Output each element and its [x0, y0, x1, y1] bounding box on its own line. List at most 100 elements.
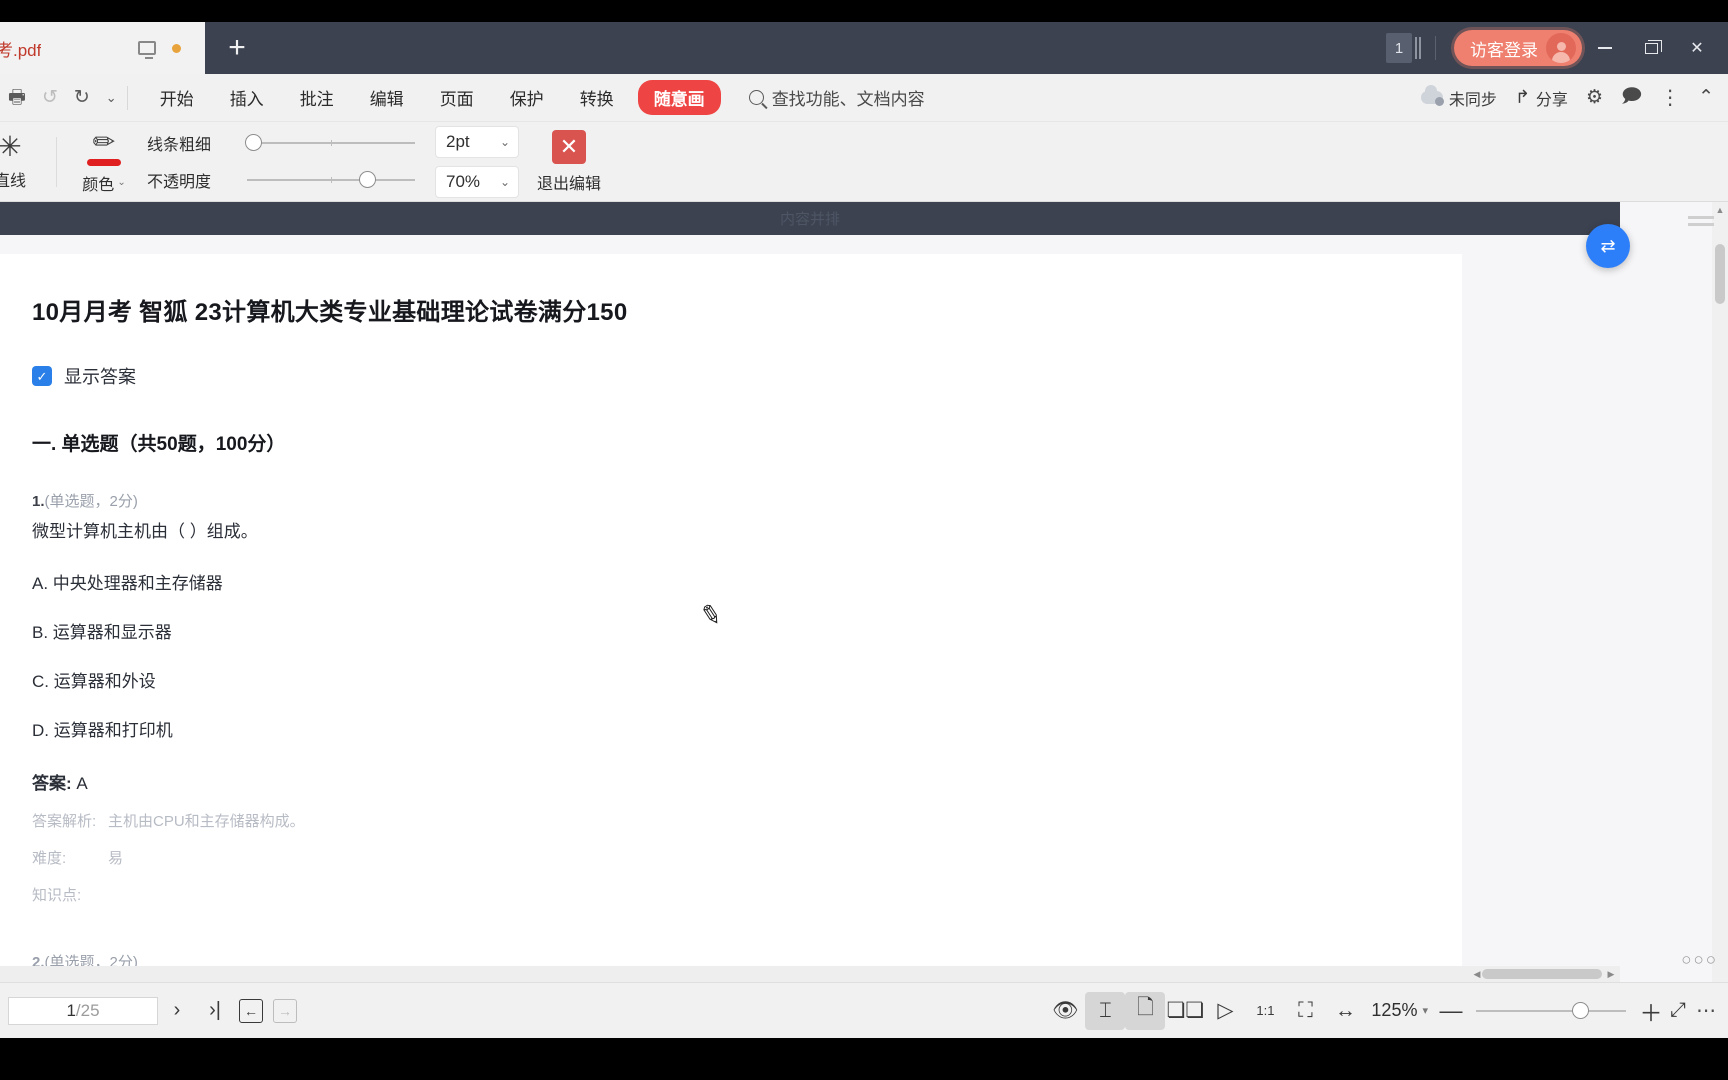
- unsaved-dot-icon: [172, 43, 181, 53]
- thickness-slider-knob[interactable]: [245, 134, 262, 151]
- show-answer-label: 显示答案: [64, 367, 136, 387]
- presentation-mode-icon[interactable]: ▷: [1205, 992, 1245, 1030]
- redo-icon[interactable]: ↻: [74, 88, 90, 107]
- navigate-forward-button[interactable]: →: [273, 998, 297, 1023]
- pencil-icon: ✏: [92, 126, 116, 157]
- close-icon: ✕: [552, 129, 586, 164]
- feedback-chat-icon[interactable]: 🗩: [1621, 82, 1642, 114]
- scroll-up-arrow-icon[interactable]: ▲: [1712, 202, 1728, 217]
- zoom-in-button[interactable]: ＋: [1638, 994, 1664, 1028]
- opacity-slider[interactable]: [247, 171, 415, 188]
- opacity-row: 不透明度: [147, 168, 415, 192]
- ribbon-tab-page[interactable]: 页面: [422, 81, 492, 114]
- print-icon[interactable]: 🖶: [8, 88, 26, 107]
- thickness-select[interactable]: 2pt ⌄: [435, 125, 519, 158]
- question-1-type: (单选题，2分): [44, 493, 138, 510]
- guest-login-button[interactable]: 访客登录: [1454, 30, 1582, 66]
- shape-tool-label: 直线: [0, 172, 26, 190]
- gear-icon[interactable]: ⚙: [1586, 86, 1603, 109]
- navigate-back-button[interactable]: ←: [239, 998, 263, 1023]
- last-page-button[interactable]: ›|: [196, 992, 234, 1030]
- read-mode-eye-icon[interactable]: 👁: [1045, 992, 1085, 1030]
- translate-bubble-button[interactable]: ⇄: [1586, 224, 1630, 268]
- ribbon-tab-comment[interactable]: 批注: [282, 81, 352, 114]
- next-page-button[interactable]: ›: [158, 992, 196, 1030]
- dual-page-view-icon[interactable]: ❏❏: [1165, 992, 1205, 1030]
- collapse-ribbon-icon[interactable]: ⌃: [1698, 86, 1714, 109]
- chevron-down-icon[interactable]: ⌄: [500, 135, 510, 149]
- scroll-right-arrow-icon[interactable]: ▶: [1604, 966, 1618, 982]
- question-1-knowledge: 知识点:: [32, 884, 1418, 905]
- title-bar-right: 1 访客登录 ✕: [1386, 22, 1728, 74]
- chevron-down-icon[interactable]: ⌄: [500, 175, 510, 189]
- opacity-select[interactable]: 70% ⌄: [435, 165, 519, 198]
- horizontal-scrollbar[interactable]: ◀ ▶: [0, 966, 1620, 982]
- value-combo-group: 2pt ⌄ 70% ⌄: [435, 125, 519, 198]
- page-badge[interactable]: 1: [1386, 33, 1412, 63]
- pen-color-tool[interactable]: ✏ 颜色 ⌄: [71, 124, 137, 200]
- horizontal-scroll-thumb[interactable]: [1482, 969, 1602, 979]
- search-box[interactable]: 查找功能、文档内容: [748, 85, 925, 110]
- ribbon-tab-convert[interactable]: 转换: [562, 81, 632, 114]
- ribbon-tab-freehand[interactable]: 随意画: [637, 80, 721, 115]
- scroll-left-arrow-icon[interactable]: ◀: [1472, 966, 1482, 982]
- show-answer-toggle[interactable]: ✓ 显示答案: [32, 363, 1418, 389]
- undo-icon[interactable]: ↺: [42, 88, 58, 107]
- vertical-scrollbar[interactable]: ▲: [1712, 202, 1728, 982]
- new-tab-button[interactable]: +: [205, 22, 269, 74]
- divider: [1435, 36, 1436, 60]
- thickness-slider[interactable]: [245, 134, 415, 151]
- ribbon-tab-start[interactable]: 开始: [142, 81, 212, 114]
- fit-page-icon[interactable]: ⛶: [1285, 992, 1325, 1030]
- question-1-option-d[interactable]: D. 运算器和打印机: [32, 716, 1418, 741]
- pdf-page[interactable]: 10月月考 智狐 23计算机大类专业基础理论试卷满分150 ✓ 显示答案 一. …: [0, 254, 1462, 982]
- page-number-input[interactable]: 1 / 25: [8, 996, 158, 1025]
- single-page-view-icon[interactable]: 🗋: [1125, 991, 1166, 1030]
- tab-icon-group: [138, 41, 195, 59]
- thumbnail-panel-icon[interactable]: [1688, 216, 1714, 226]
- question-1-option-a[interactable]: A. 中央处理器和主存储器: [32, 569, 1418, 594]
- document-tab[interactable]: 考.pdf: [0, 22, 205, 74]
- more-dots-icon[interactable]: ○○○: [1681, 950, 1718, 970]
- color-swatch[interactable]: [87, 158, 121, 166]
- opacity-slider-knob[interactable]: [359, 171, 376, 188]
- ribbon-tab-edit[interactable]: 编辑: [352, 81, 422, 114]
- exit-edit-button[interactable]: ✕ 退出编辑: [537, 129, 601, 194]
- divider: [126, 85, 128, 110]
- opacity-value: 70%: [446, 171, 481, 191]
- panel-lines-icon[interactable]: [1415, 37, 1421, 59]
- pen-color-label-wrap: 颜色 ⌄: [82, 171, 125, 195]
- close-button[interactable]: ✕: [1674, 22, 1720, 74]
- sync-status[interactable]: 未同步: [1420, 85, 1497, 110]
- ribbon-tab-protect[interactable]: 保护: [492, 81, 562, 114]
- zoom-level-value: 125%: [1371, 1000, 1418, 1020]
- slider-tick: [331, 177, 332, 183]
- checkbox-checked-icon[interactable]: ✓: [32, 366, 52, 386]
- question-1-option-b[interactable]: B. 运算器和显示器: [32, 618, 1418, 643]
- thickness-label: 线条粗细: [147, 137, 212, 154]
- fit-width-icon[interactable]: ↔: [1325, 992, 1365, 1030]
- monitor-icon[interactable]: [138, 41, 156, 59]
- actual-size-icon[interactable]: 1:1: [1245, 992, 1285, 1030]
- page-title: 10月月考 智狐 23计算机大类专业基础理论试卷满分150: [32, 299, 628, 326]
- zoom-level-dropdown[interactable]: 125% ▾: [1371, 1000, 1428, 1021]
- minimize-button[interactable]: [1582, 22, 1628, 74]
- slider-group: 线条粗细 不透明度: [147, 131, 415, 192]
- vertical-scroll-thumb[interactable]: [1715, 244, 1725, 304]
- zoom-slider-knob[interactable]: [1572, 1001, 1589, 1019]
- share-button[interactable]: ↱ 分享: [1515, 86, 1568, 110]
- question-1-option-c[interactable]: C. 运算器和外设: [32, 667, 1418, 692]
- fit-height-icon[interactable]: ⌶: [1085, 991, 1126, 1030]
- maximize-button[interactable]: [1628, 22, 1674, 74]
- ribbon-tab-insert[interactable]: 插入: [212, 81, 282, 114]
- chevron-down-icon[interactable]: ⌄: [117, 177, 125, 188]
- shape-tool-button[interactable]: ✳ 直线: [0, 124, 42, 200]
- zoom-out-button[interactable]: —: [1438, 997, 1464, 1024]
- document-viewport[interactable]: 内容并排 10月月考 智狐 23计算机大类专业基础理论试卷满分150 ✓ 显示答…: [0, 202, 1728, 982]
- fullscreen-icon[interactable]: ⤢: [1670, 999, 1686, 1022]
- sync-status-label: 未同步: [1448, 91, 1497, 109]
- more-options-icon[interactable]: ⋮: [1660, 85, 1680, 110]
- zoom-slider[interactable]: [1476, 1001, 1626, 1019]
- chevron-down-icon[interactable]: ⌄: [106, 91, 117, 104]
- status-more-icon[interactable]: ⋯: [1696, 998, 1728, 1023]
